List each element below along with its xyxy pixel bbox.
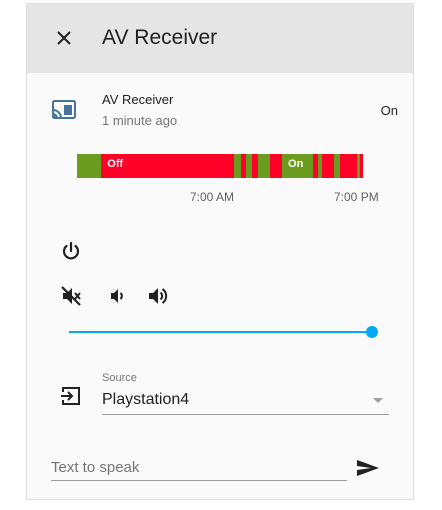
timeline-segment-off[interactable] — [360, 154, 363, 178]
dialog-header: AV Receiver — [27, 4, 413, 73]
timeline-tick: 7:00 PM — [334, 190, 379, 204]
more-info-dialog: AV Receiver AV Receiver 1 minute ago On … — [26, 3, 414, 500]
power-button[interactable] — [60, 240, 82, 262]
close-icon — [57, 31, 71, 45]
close-button[interactable] — [49, 23, 79, 53]
cast-icon — [52, 100, 76, 119]
volume-slider-thumb[interactable] — [366, 326, 378, 338]
timeline-segment-on[interactable] — [257, 154, 271, 178]
chevron-down-icon — [373, 398, 383, 403]
mute-button[interactable] — [59, 284, 83, 308]
timeline-segment-off[interactable] — [321, 154, 334, 178]
timeline-tick: 7:00 AM — [190, 190, 235, 204]
source-select[interactable]: Playstation4 — [102, 388, 389, 415]
source-value: Playstation4 — [102, 391, 190, 408]
timeline-segment-on[interactable] — [77, 154, 102, 178]
timeline-segment-label: On — [288, 158, 304, 170]
entity-last-changed: 1 minute ago — [102, 113, 178, 128]
volume-down-button[interactable] — [105, 284, 129, 308]
timeline-segment-on[interactable] — [234, 154, 242, 178]
tts-field — [51, 454, 347, 481]
timeline-segment-label: Off — [107, 158, 124, 170]
timeline-segment-off[interactable]: Off — [101, 154, 235, 178]
history-timeline[interactable]: Off On — [77, 154, 363, 178]
timeline-segment-off[interactable] — [340, 154, 358, 178]
volume-slider-track[interactable] — [69, 331, 372, 333]
volume-up-button[interactable] — [145, 284, 169, 308]
entity-state: On — [380, 103, 398, 118]
tts-input[interactable] — [51, 456, 341, 478]
login-variant-icon — [61, 387, 80, 405]
dialog-title: AV Receiver — [102, 26, 218, 49]
source-label: Source — [102, 372, 137, 384]
timeline-segment-off[interactable] — [270, 154, 283, 178]
entity-name: AV Receiver — [102, 92, 174, 107]
timeline-segment-on[interactable]: On — [282, 154, 313, 178]
send-icon[interactable] — [354, 456, 382, 480]
